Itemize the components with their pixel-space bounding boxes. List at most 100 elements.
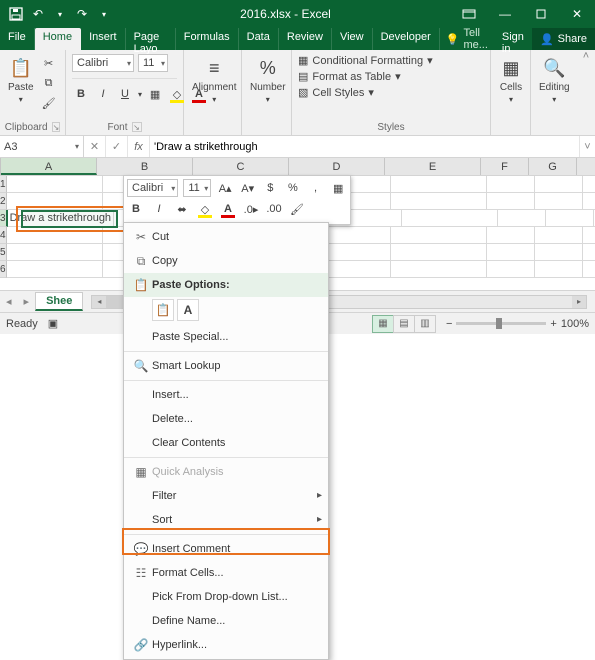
mini-border-icon[interactable]: ▦	[329, 179, 347, 197]
editing-button[interactable]: 🔍Editing▾	[537, 54, 572, 106]
decrease-font-icon[interactable]: A▾	[239, 179, 257, 197]
font-color-icon[interactable]: A	[190, 85, 208, 103]
view-page-layout-icon[interactable]: ▤	[393, 315, 415, 333]
mini-merge-icon[interactable]: ⬌	[173, 200, 191, 218]
menu-hyperlink[interactable]: 🔗Hyperlink...	[124, 633, 328, 657]
menu-pick-from-list[interactable]: Pick From Drop-down List...	[124, 585, 328, 609]
collapse-ribbon-icon[interactable]: ˄	[577, 50, 595, 135]
mini-bold-button[interactable]: B	[127, 200, 145, 218]
mini-decrease-decimal-icon[interactable]: .0▸	[242, 200, 260, 218]
minimize-icon[interactable]: —	[487, 0, 523, 28]
menu-copy[interactable]: ⧉Copy	[124, 249, 328, 273]
sheet-nav-prev-icon[interactable]: ◂	[0, 295, 18, 308]
save-icon[interactable]	[6, 4, 26, 24]
menu-smart-lookup[interactable]: 🔍Smart Lookup	[124, 354, 328, 378]
sheet-tab[interactable]: Shee	[35, 292, 83, 311]
increase-font-icon[interactable]: A▴	[216, 179, 234, 197]
font-size-select[interactable]: 11	[138, 54, 168, 72]
cancel-edit-icon[interactable]: ✕	[84, 136, 106, 157]
menu-format-cells[interactable]: ☷Format Cells...	[124, 561, 328, 585]
menu-insert[interactable]: Insert...	[124, 383, 328, 407]
row-header-3[interactable]: 3	[0, 210, 8, 227]
border-icon[interactable]: ▦	[146, 85, 164, 103]
undo-icon[interactable]: ↶	[28, 4, 48, 24]
copy-icon[interactable]: ⧉	[40, 74, 58, 92]
conditional-formatting-button[interactable]: ▦Conditional Formatting ▾	[298, 54, 433, 67]
mini-font-size[interactable]: 11	[183, 179, 211, 197]
enter-edit-icon[interactable]: ✓	[106, 136, 128, 157]
bold-button[interactable]: B	[72, 85, 90, 103]
menu-define-name[interactable]: Define Name...	[124, 609, 328, 633]
menu-clear-contents[interactable]: Clear Contents	[124, 431, 328, 455]
underline-button[interactable]: U	[116, 85, 134, 103]
col-header-g[interactable]: G	[529, 158, 577, 175]
col-header-f[interactable]: F	[481, 158, 529, 175]
font-launcher-icon[interactable]: ↘	[132, 122, 142, 132]
redo-icon[interactable]: ↷	[72, 4, 92, 24]
tab-review[interactable]: Review	[279, 28, 332, 50]
name-box[interactable]: A3	[0, 136, 84, 157]
clipboard-launcher-icon[interactable]: ↘	[52, 122, 61, 132]
tell-me[interactable]: 💡 Tell me...	[440, 28, 494, 50]
menu-cut[interactable]: ✂Cut	[124, 225, 328, 249]
select-all-button[interactable]	[0, 158, 1, 175]
qat-customize-icon[interactable]: ▾	[94, 4, 114, 24]
cells-button[interactable]: ▦Cells▾	[497, 54, 525, 106]
menu-insert-comment[interactable]: 💬Insert Comment	[124, 537, 328, 561]
font-name-select[interactable]: Calibri	[72, 54, 134, 72]
share-button[interactable]: 👤 Share	[532, 28, 595, 50]
menu-paste-options[interactable]: 📋Paste Options:	[124, 273, 328, 297]
cut-icon[interactable]: ✂	[40, 54, 58, 72]
tab-home[interactable]: Home	[35, 28, 81, 50]
mini-font-color-icon[interactable]: A	[219, 200, 237, 218]
format-as-table-button[interactable]: ▤Format as Table ▾	[298, 70, 401, 83]
close-icon[interactable]: ✕	[559, 0, 595, 28]
zoom-level[interactable]: 100%	[561, 318, 589, 330]
scroll-right-icon[interactable]: ▸	[572, 296, 586, 308]
zoom-in-icon[interactable]: +	[550, 318, 556, 330]
mini-percent-icon[interactable]: %	[284, 179, 302, 197]
tab-formulas[interactable]: Formulas	[176, 28, 239, 50]
col-header-a[interactable]: A	[1, 158, 97, 175]
insert-function-icon[interactable]: fx	[128, 136, 150, 157]
cell-styles-button[interactable]: ▧Cell Styles ▾	[298, 86, 374, 99]
menu-delete[interactable]: Delete...	[124, 407, 328, 431]
fill-color-icon[interactable]: ◇	[168, 85, 186, 103]
cell-a3[interactable]: Draw a strikethrough	[8, 210, 115, 227]
number-button[interactable]: %Number▾	[248, 54, 288, 106]
sign-in-link[interactable]: Sign in	[494, 28, 532, 50]
tab-developer[interactable]: Developer	[373, 28, 440, 50]
sheet-nav-next-icon[interactable]: ▸	[18, 295, 36, 308]
col-header-b[interactable]: B	[97, 158, 193, 175]
mini-format-painter-icon[interactable]: 🖌	[288, 200, 306, 218]
tab-view[interactable]: View	[332, 28, 373, 50]
view-page-break-icon[interactable]: ▥	[414, 315, 436, 333]
mini-fill-color-icon[interactable]: ◇	[196, 200, 214, 218]
ribbon-display-icon[interactable]	[451, 0, 487, 28]
menu-paste-special[interactable]: Paste Special...	[124, 325, 328, 349]
tab-insert[interactable]: Insert	[81, 28, 126, 50]
macro-record-icon[interactable]: ▣	[48, 317, 58, 330]
italic-button[interactable]: I	[94, 85, 112, 103]
mini-italic-button[interactable]: I	[150, 200, 168, 218]
tab-data[interactable]: Data	[239, 28, 279, 50]
tab-page-layout[interactable]: Page Layo	[126, 28, 176, 50]
menu-sort[interactable]: Sort	[124, 508, 328, 532]
paste-text-only-icon[interactable]: A	[177, 299, 199, 321]
scroll-left-icon[interactable]: ◂	[92, 296, 106, 308]
tab-file[interactable]: File	[0, 28, 35, 50]
mini-font-name[interactable]: Calibri	[127, 179, 178, 197]
formula-input[interactable]	[150, 141, 579, 153]
undo-dropdown-icon[interactable]: ▾	[50, 4, 70, 24]
mini-comma-icon[interactable]: ,	[307, 179, 325, 197]
menu-filter[interactable]: Filter	[124, 484, 328, 508]
mini-increase-decimal-icon[interactable]: .00	[265, 200, 283, 218]
zoom-slider[interactable]	[456, 322, 546, 325]
col-header-d[interactable]: D	[289, 158, 385, 175]
col-header-e[interactable]: E	[385, 158, 481, 175]
paste-keep-source-icon[interactable]: 📋	[152, 299, 174, 321]
paste-button[interactable]: 📋 Paste ▾	[6, 54, 36, 106]
zoom-out-icon[interactable]: −	[446, 318, 452, 330]
format-painter-icon[interactable]: 🖌	[40, 94, 58, 112]
expand-formula-bar-icon[interactable]: ˅	[579, 136, 595, 157]
